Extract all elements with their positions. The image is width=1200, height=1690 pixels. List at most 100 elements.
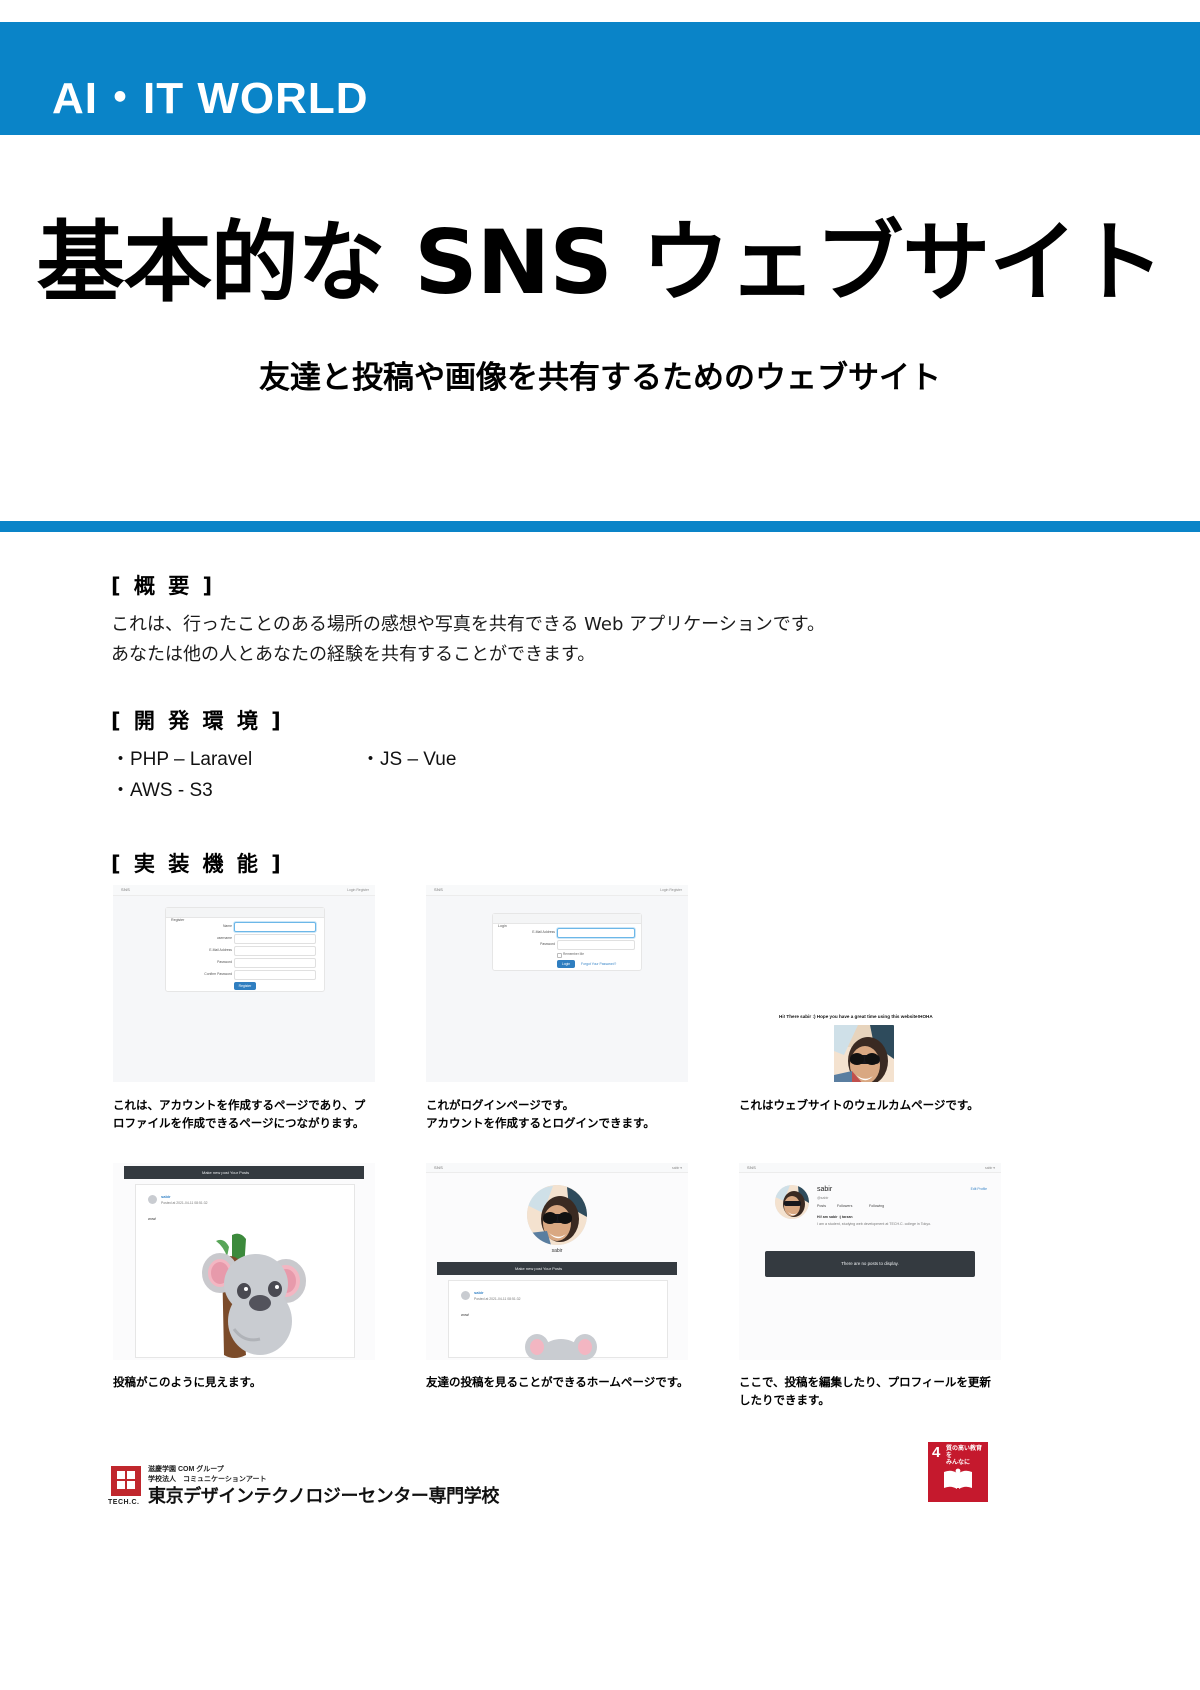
- mock-navbar: SNS sabir ▾: [739, 1163, 1001, 1173]
- home-post-body: wow!: [461, 1313, 470, 1317]
- label-email: E-Mail Address: [209, 948, 232, 952]
- techc-logo-text: TECH.C.: [108, 1499, 140, 1506]
- overview-line-1: これは、行ったことのある場所の感想や写真を共有できる Web アプリケーションで…: [111, 614, 825, 635]
- field-row-submit: Register: [166, 982, 324, 994]
- screenshot-home: SNS sabir ▾ sabir Make new post Your Pos…: [426, 1163, 688, 1360]
- post-username[interactable]: sabir: [161, 1194, 171, 1199]
- register-submit-button[interactable]: Register: [234, 982, 256, 990]
- screenshot-register: SNS Login Register Register Name usernam…: [113, 885, 375, 1082]
- mock-nav-links[interactable]: Login Register: [660, 888, 682, 892]
- home-profile-name: sabir: [551, 1248, 563, 1254]
- welcome-message: Hi! There sabir :) Hope you have a great…: [779, 1014, 933, 1019]
- profile-bio-title: Hi! am sabir :) tarzan: [817, 1215, 853, 1219]
- brand-title: AI・IT WORLD: [52, 74, 369, 123]
- profile-tab-following[interactable]: Following: [869, 1204, 884, 1208]
- school-name: 東京デザインテクノロジーセンター専門学校: [148, 1486, 499, 1506]
- environment-item-js: ・JS – Vue: [361, 749, 457, 770]
- mock-navbar: SNS Login Register: [426, 885, 688, 896]
- page-header-banner: AI・IT WORLD: [0, 22, 1200, 135]
- caption-register: これは、アカウントを作成するページであり、プロファイルを作成できるページにつなが…: [113, 1098, 366, 1130]
- mock-brand: SNS: [121, 887, 131, 892]
- environment-item-php: ・PHP – Laravel: [111, 749, 253, 770]
- label-email: E-Mail Address: [532, 930, 555, 934]
- caption-welcome: これはウェブサイトのウェルカムページです。: [739, 1098, 979, 1112]
- forgot-password-link[interactable]: Forgot Your Password?: [581, 962, 616, 966]
- mock-brand: SNS: [434, 887, 444, 892]
- label-username: username: [216, 936, 232, 940]
- field-row-remember: Remember Me: [493, 952, 641, 960]
- section-divider: [0, 521, 1200, 532]
- post-topbar-links[interactable]: Make new post Your Posts: [202, 1170, 249, 1175]
- koala-illustration: [202, 1233, 306, 1358]
- post-body: wow!: [148, 1217, 157, 1221]
- mock-nav-user[interactable]: sabir ▾: [672, 1166, 682, 1170]
- input-email[interactable]: [234, 946, 316, 956]
- profile-name: sabir: [817, 1186, 833, 1193]
- home-post-panel: sabir Posted at 2021-04-11 08:51:32 wow!: [448, 1280, 668, 1360]
- screenshot-post-view: Make new post Your Posts sabir Posted at…: [113, 1163, 375, 1360]
- field-row-confirm: Confirm Password: [166, 970, 324, 982]
- profile-tab-posts[interactable]: Posts: [817, 1204, 826, 1208]
- mock-navbar: SNS Login Register: [113, 885, 375, 896]
- mock-nav-user[interactable]: sabir ▾: [985, 1166, 995, 1170]
- input-confirm-password[interactable]: [234, 970, 316, 980]
- caption-profile: ここで、投稿を編集したり、プロフィールを更新したりできます。: [739, 1375, 991, 1407]
- home-post-timestamp: Posted at 2021-04-11 08:51:32: [474, 1297, 521, 1301]
- caption-login: これがログインページです。 アカウントを作成するとログインできます。: [426, 1098, 655, 1130]
- mock-brand: SNS: [747, 1165, 757, 1170]
- screenshot-profile: SNS sabir ▾ sabir @sabir Posts Followers…: [739, 1163, 1001, 1360]
- caption-post-view: 投稿がこのように見えます。: [113, 1375, 262, 1389]
- profile-avatar: [775, 1185, 809, 1219]
- page-subtitle: 友達と投稿や画像を共有するためのウェブサイト: [259, 360, 941, 396]
- label-password: Password: [540, 942, 555, 946]
- screenshot-welcome: Hi! There sabir :) Hope you have a great…: [739, 885, 1001, 1082]
- post-avatar: [148, 1195, 157, 1204]
- environment-heading: [ 開 発 環 境 ]: [111, 709, 284, 733]
- sdg-label: 質の高い教育を みんなに: [946, 1446, 983, 1466]
- profile-edit-link[interactable]: Edit Profile: [971, 1187, 987, 1191]
- overview-heading: [ 概 要 ]: [111, 574, 216, 598]
- home-post-username[interactable]: sabir: [474, 1290, 484, 1295]
- input-password[interactable]: [234, 958, 316, 968]
- profile-tab-followers[interactable]: Followers: [837, 1204, 852, 1208]
- input-name[interactable]: [234, 922, 316, 932]
- mock-brand: SNS: [434, 1165, 444, 1170]
- home-topbar-links[interactable]: Make new post Your Posts: [515, 1266, 562, 1271]
- school-group-line-1: 滋慶学園 COM グループ: [148, 1466, 224, 1473]
- profile-photo-illustration: [834, 1025, 894, 1082]
- login-submit-button[interactable]: Login: [557, 960, 575, 968]
- input-password[interactable]: [557, 940, 635, 950]
- input-username[interactable]: [234, 934, 316, 944]
- sdg-book-icon: [944, 1468, 972, 1489]
- overview-line-2: あなたは他の人とあなたの経験を共有することができます。: [111, 644, 596, 665]
- field-row-email: E-Mail Address: [493, 928, 641, 940]
- features-heading: [ 実 装 機 能 ]: [111, 852, 284, 876]
- field-row-email: E-Mail Address: [166, 946, 324, 958]
- post-timestamp: Posted at 2021-04-11 08:51:32: [161, 1201, 208, 1205]
- field-row-name: Name: [166, 922, 324, 934]
- mock-nav-links[interactable]: Login Register: [347, 888, 369, 892]
- label-password: Password: [217, 960, 232, 964]
- profile-photo-illustration: [527, 1185, 587, 1245]
- profile-bio-text: I am a student, studying web development…: [817, 1222, 932, 1226]
- sdg-badge: 4 質の高い教育を みんなに: [928, 1442, 988, 1502]
- field-row-password: Password: [166, 958, 324, 970]
- profile-empty-state: There are no posts to display.: [765, 1251, 975, 1277]
- mock-navbar: SNS sabir ▾: [426, 1163, 688, 1173]
- field-row-submit: Login Forgot Your Password?: [493, 960, 641, 972]
- post-panel: sabir Posted at 2021-04-11 08:51:32 wow!: [135, 1184, 355, 1358]
- sdg-number: 4: [932, 1444, 941, 1461]
- profile-handle: @sabir: [817, 1196, 829, 1200]
- environment-item-aws: ・AWS - S3: [111, 780, 213, 801]
- remember-me-checkbox[interactable]: [557, 953, 562, 958]
- label-name: Name: [222, 924, 232, 928]
- input-email[interactable]: [557, 928, 635, 938]
- profile-photo-illustration: [775, 1185, 809, 1219]
- register-card-header: Register: [166, 908, 324, 922]
- login-card-header: Login: [493, 914, 641, 928]
- screenshot-login: SNS Login Register Login E-Mail Address …: [426, 885, 688, 1082]
- register-card: Register Name username E-Mail Address Pa…: [165, 907, 325, 992]
- home-topbar: Make new post Your Posts: [437, 1262, 677, 1275]
- label-confirm-password: Confirm Password: [204, 972, 232, 976]
- page-title: 基本的な SNS ウェブサイト: [36, 211, 1165, 314]
